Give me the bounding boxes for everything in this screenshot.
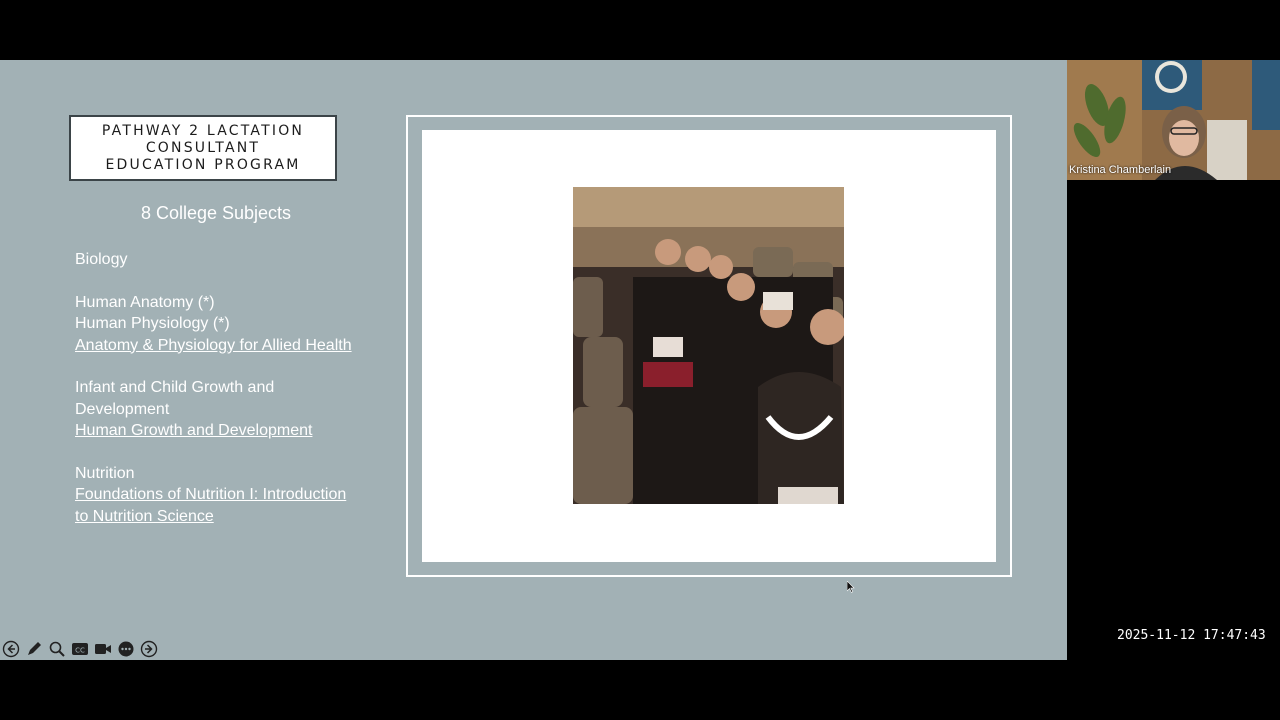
forward-icon[interactable] <box>140 640 158 658</box>
subjects-heading: 8 College Subjects <box>140 203 292 223</box>
slide-toolbar: CC <box>2 640 158 658</box>
subject-list: Biology Human Anatomy (*) Human Physiolo… <box>75 249 375 527</box>
recording-timestamp: 2025-11-12 17:47:43 <box>1117 628 1266 643</box>
nutrition-link-line-2[interactable]: to Nutrition Science <box>75 506 375 528</box>
zoom-icon[interactable] <box>48 640 66 658</box>
svg-text:CC: CC <box>75 647 85 655</box>
anatomy-physiology-link[interactable]: Anatomy & Physiology for Allied Health <box>75 335 375 357</box>
meeting-screen: PATHWAY 2 LACTATION CONSULTANT EDUCATION… <box>0 0 1280 720</box>
subject-nutrition: Nutrition <box>75 464 135 482</box>
camera-icon[interactable] <box>94 640 112 658</box>
photo-mat <box>422 130 996 562</box>
growth-development-link[interactable]: Human Growth and Development <box>75 420 375 442</box>
participant-video[interactable]: Kristina Chamberlain <box>1067 60 1280 180</box>
captions-icon[interactable]: CC <box>71 640 89 658</box>
presentation-slide: PATHWAY 2 LACTATION CONSULTANT EDUCATION… <box>0 60 1067 660</box>
subject-growth-line-1: Infant and Child Growth and <box>75 379 275 396</box>
back-icon[interactable] <box>2 640 20 658</box>
group-photo <box>573 187 844 504</box>
slide-title-line-2: CONSULTANT <box>145 139 261 156</box>
slide-title-line-3: EDUCATION PROGRAM <box>105 156 301 173</box>
webcam-feed <box>1067 60 1280 180</box>
subject-growth-line-2: Development <box>75 400 170 418</box>
subject-biology: Biology <box>75 251 128 268</box>
photo-frame <box>406 115 1012 577</box>
more-icon[interactable] <box>117 640 135 658</box>
subject-anatomy: Human Anatomy (*) <box>75 293 215 311</box>
participant-name: Kristina Chamberlain <box>1069 164 1172 176</box>
nutrition-link-line-1[interactable]: Foundations of Nutrition I: Introduction <box>75 484 375 506</box>
mouse-cursor-icon <box>847 581 855 593</box>
slide-title-line-1: PATHWAY 2 LACTATION <box>101 122 305 139</box>
pen-icon[interactable] <box>25 640 43 658</box>
slide-title-box: PATHWAY 2 LACTATION CONSULTANT EDUCATION… <box>69 115 337 181</box>
subject-physiology: Human Physiology (*) <box>75 315 230 332</box>
